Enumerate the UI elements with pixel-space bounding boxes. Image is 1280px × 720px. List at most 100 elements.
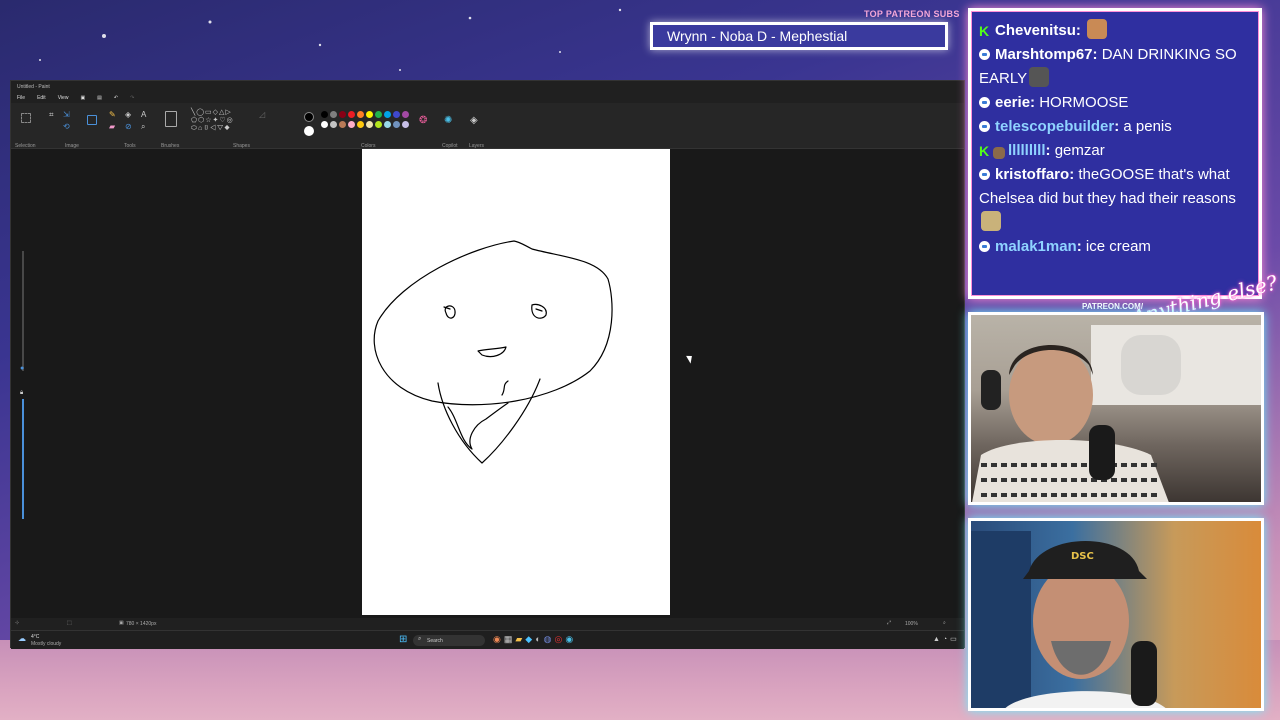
save-icon[interactable]: ▣: [80, 95, 85, 101]
chat-text: a penis: [1123, 118, 1172, 135]
eraser-icon[interactable]: ▰: [109, 123, 115, 131]
menu-file[interactable]: File: [17, 95, 25, 101]
chat-separator: :: [1045, 142, 1055, 159]
color-swatch[interactable]: [339, 111, 346, 118]
image-tool[interactable]: [87, 115, 97, 125]
chat-message: telescopebuilder: a penis: [979, 115, 1251, 139]
color-swatch[interactable]: [375, 121, 382, 128]
color-swatch[interactable]: [366, 111, 373, 118]
color-swatch[interactable]: [375, 111, 382, 118]
color-swatch[interactable]: [393, 121, 400, 128]
chat-username[interactable]: eerie: [995, 94, 1030, 111]
chat-username[interactable]: Marshtomp67: [995, 46, 1093, 63]
primary-color[interactable]: [304, 112, 314, 122]
secondary-color[interactable]: [304, 126, 314, 136]
system-tray-icons[interactable]: ▲◔▭: [933, 635, 960, 643]
color-swatch[interactable]: [348, 111, 355, 118]
webcam-2: DSC: [968, 518, 1264, 711]
chat-username[interactable]: kristoffaro: [995, 166, 1069, 183]
chat-badge-icon: [979, 97, 990, 108]
open-icon[interactable]: ▤: [97, 95, 102, 101]
taskbar-app-icons[interactable]: ◉▦▰◆◐◍◎◉: [493, 634, 576, 645]
brush-tool[interactable]: [165, 111, 177, 127]
color-wheel-icon[interactable]: ❂: [419, 116, 427, 126]
selection-tool[interactable]: [21, 113, 31, 123]
resize-icon[interactable]: ⇲: [63, 111, 70, 119]
chat-separator: :: [1069, 166, 1079, 183]
pencil-icon[interactable]: ✎: [109, 111, 116, 119]
chat-username[interactable]: malak1man: [995, 238, 1077, 255]
color-swatch[interactable]: [321, 111, 328, 118]
chat-username[interactable]: lllllllll: [1008, 142, 1046, 159]
color-swatch[interactable]: [321, 121, 328, 128]
taskbar-search[interactable]: ⌕ Search: [413, 635, 485, 646]
menu-view[interactable]: View: [58, 95, 69, 101]
chat-text: ice cream: [1085, 238, 1151, 255]
shapes-icon[interactable]: ╲◯▭◇△▷ ⬠⬡☆✦♡◎ ⬭⌂▯◁▽◆: [191, 109, 234, 133]
color-swatch[interactable]: [330, 111, 337, 118]
chat-badge-icon: [979, 121, 990, 132]
chat-message: malak1man: ice cream: [979, 235, 1251, 259]
weather-temp: 4°C: [31, 634, 40, 640]
ribbon: ⌗ ⇲ ⟲ ✎ ◈ A ▰ ⊘ ⌕ ╲◯▭◇△▷ ⬠⬡☆✦♡◎ ⬭⌂▯◁▽◆ ◿ ❂…: [11, 103, 964, 149]
color-swatch[interactable]: [384, 121, 391, 128]
menu-edit[interactable]: Edit: [37, 95, 46, 101]
chat-username[interactable]: Chevenitsu: [995, 22, 1076, 39]
color-picker-icon[interactable]: ⊘: [125, 123, 132, 131]
canvas-area: ● 🔒︎: [11, 149, 964, 621]
color-swatch[interactable]: [366, 121, 373, 128]
undo-icon[interactable]: ↶: [114, 95, 118, 101]
zoom-level[interactable]: 100%: [905, 621, 918, 627]
zoom-out-icon[interactable]: ⌕: [943, 620, 946, 626]
paint-window: Untitled - Paint File Edit View ▣ ▤ ↶ ↷ …: [10, 80, 965, 649]
canvas-size: 780 × 1420px: [126, 621, 157, 627]
windows-start-icon[interactable]: ⊞: [399, 634, 407, 645]
subs-title: TOP PATREON SUBS: [864, 9, 960, 19]
fill-icon[interactable]: ◈: [125, 111, 131, 119]
chat-badge-icon: [979, 241, 990, 252]
opacity-slider-track[interactable]: [22, 399, 24, 519]
shape-outline-icon[interactable]: ◿: [259, 111, 265, 119]
chat-panel: K Chevenitsu: Marshtomp67: DAN DRINKING S…: [968, 8, 1262, 299]
fit-icon[interactable]: ⤢: [887, 620, 891, 626]
chat-separator: :: [1030, 94, 1040, 111]
color-swatch[interactable]: [330, 121, 337, 128]
color-swatch[interactable]: [339, 121, 346, 128]
chat-text: gemzar: [1054, 142, 1105, 159]
redo-icon[interactable]: ↷: [130, 95, 134, 101]
weather-icon[interactable]: ☁: [18, 634, 26, 643]
webcam-2-person: DSC: [971, 531, 1166, 708]
sub-badge-icon: [993, 147, 1005, 159]
color-swatch[interactable]: [348, 121, 355, 128]
text-icon[interactable]: A: [141, 111, 146, 119]
color-swatch[interactable]: [393, 111, 400, 118]
webcam-1-person: [972, 325, 1261, 502]
magnifier-icon[interactable]: ⌕: [141, 123, 145, 131]
chat-message: K Chevenitsu:: [979, 19, 1251, 43]
color-swatch[interactable]: [357, 111, 364, 118]
rotate-icon[interactable]: ⟲: [63, 123, 70, 131]
brush-size-slider-track[interactable]: [22, 251, 24, 371]
chat-badge-icon: [979, 49, 990, 60]
copilot-icon[interactable]: ✺: [444, 116, 452, 126]
layers-icon[interactable]: ◈: [470, 116, 478, 126]
chat-message: Marshtomp67: DAN DRINKING SO EARLY: [979, 43, 1251, 91]
emote-icon: [981, 211, 1001, 231]
svg-text:DSC: DSC: [1071, 551, 1094, 562]
chat-username[interactable]: telescopebuilder: [995, 118, 1114, 135]
chat-badge-icon: [979, 169, 990, 180]
crop-icon[interactable]: ⌗: [49, 111, 54, 119]
color-swatch[interactable]: [384, 111, 391, 118]
color-swatch[interactable]: [402, 121, 409, 128]
pointer-icon: ⊹: [15, 620, 20, 626]
chat-message: eerie: HORMOOSE: [979, 91, 1251, 115]
lock-icon: 🔒︎: [20, 390, 24, 396]
drawing-canvas[interactable]: [362, 149, 670, 615]
subs-names: Wrynn - Noba D - Mephestial: [650, 22, 948, 50]
chat-message: Klllllllll: gemzar: [979, 139, 1251, 163]
zoom-slider-handle[interactable]: ●: [20, 365, 24, 373]
color-swatch[interactable]: [402, 111, 409, 118]
color-swatch[interactable]: [357, 121, 364, 128]
chat-separator: :: [1114, 118, 1124, 135]
emote-icon: [1029, 67, 1050, 87]
